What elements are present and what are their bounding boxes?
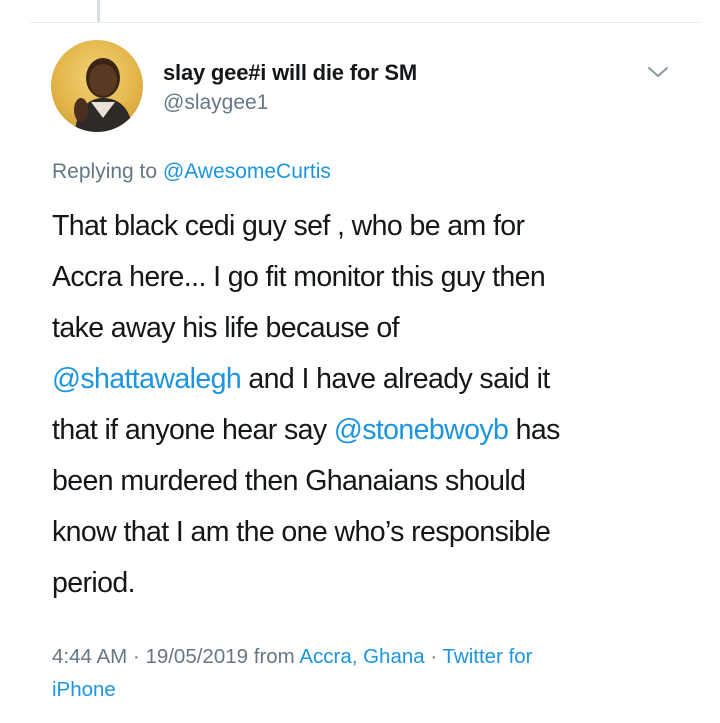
- tweet-card: slay gee#i will die for SM @slaygee1 Rep…: [0, 0, 720, 723]
- tweet-location-link[interactable]: Accra, Ghana: [299, 645, 424, 668]
- tweet-line: take away his life because of: [52, 312, 400, 344]
- tweet-line: know that I am the one who’s responsible: [52, 516, 551, 548]
- user-handle[interactable]: @slaygee1: [163, 91, 268, 115]
- meta-from-label: from: [248, 645, 300, 668]
- tweet-source-link-continued[interactable]: iPhone: [52, 673, 692, 706]
- reply-mention-link[interactable]: @AwesomeCurtis: [163, 160, 331, 183]
- replying-to: Replying to @AwesomeCurtis: [52, 160, 331, 184]
- tweet-line: that if anyone hear say @stonebwoyb has: [52, 405, 692, 456]
- meta-separator: ·: [424, 645, 443, 668]
- tweet-text-fragment: has: [508, 414, 561, 446]
- tweet-line: That black cedi guy sef , who be am for: [52, 210, 525, 242]
- thread-connector-line: [97, 0, 100, 22]
- chevron-down-icon[interactable]: [645, 62, 671, 82]
- mention-link-shattawale[interactable]: @shattawalegh: [52, 363, 242, 395]
- tweet-source-link[interactable]: Twitter for: [443, 645, 533, 668]
- tweet-text-fragment: and I have already said it: [241, 363, 550, 395]
- tweet-metadata: 4:44 AM · 19/05/2019 from Accra, Ghana ·…: [52, 640, 692, 706]
- tweet-date[interactable]: 19/05/2019: [145, 645, 248, 668]
- tweet-time[interactable]: 4:44 AM: [52, 645, 127, 668]
- tweet-line: @shattawalegh and I have already said it: [52, 354, 692, 405]
- profile-avatar[interactable]: [51, 40, 143, 132]
- tweet-text: That black cedi guy sef , who be am for …: [52, 201, 692, 609]
- replying-to-label: Replying to: [52, 160, 158, 183]
- tweet-line: been murdered then Ghanaians should: [52, 465, 526, 497]
- meta-separator: ·: [127, 645, 146, 668]
- meta-line: 4:44 AM · 19/05/2019 from Accra, Ghana ·…: [52, 640, 692, 673]
- user-display-name[interactable]: slay gee#i will die for SM: [163, 60, 417, 86]
- tweet-text-fragment: that if anyone hear say: [52, 414, 334, 446]
- avatar-portrait-icon: [74, 58, 133, 132]
- top-divider: [30, 22, 700, 23]
- tweet-line: period.: [52, 567, 136, 599]
- mention-link-stonebwoy[interactable]: @stonebwoyb: [334, 414, 509, 446]
- tweet-line: Accra here... I go fit monitor this guy …: [52, 261, 546, 293]
